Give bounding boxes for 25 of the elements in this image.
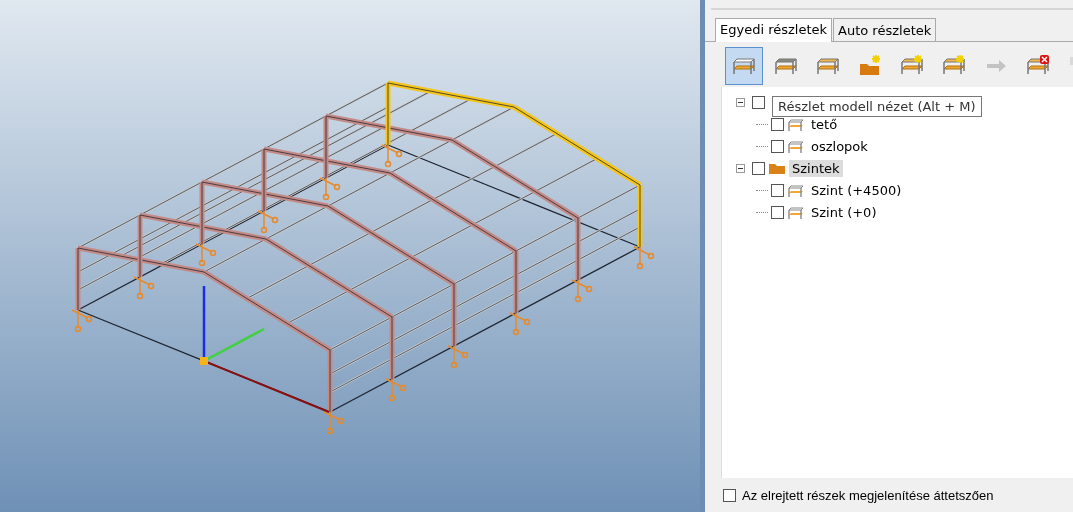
- checkbox[interactable]: [752, 161, 765, 175]
- tree-item[interactable]: oszlopok: [808, 137, 871, 155]
- checkbox[interactable]: [752, 95, 765, 109]
- checkbox[interactable]: [771, 117, 784, 131]
- tree-item[interactable]: Szint (+4500): [808, 181, 905, 199]
- checkbox[interactable]: [771, 205, 784, 219]
- tree-item[interactable]: Szint (+0): [808, 203, 880, 221]
- collapse-icon[interactable]: [736, 97, 745, 107]
- folder-icon: [768, 161, 786, 175]
- checkbox[interactable]: [771, 183, 784, 197]
- checkbox-label: Az elrejtett részek megjelenítése áttetszően: [742, 487, 994, 503]
- collapse-icon[interactable]: [736, 163, 745, 173]
- tree-item[interactable]: tető: [808, 115, 841, 133]
- table-icon: [787, 116, 805, 132]
- new-folder-icon: [857, 54, 883, 78]
- tooltip: Részlet modell nézet (Alt + M): [772, 96, 982, 117]
- axis-gizmo-icon: [200, 286, 330, 413]
- table-icon: [787, 138, 805, 154]
- table-icon: [787, 204, 805, 220]
- checkbox[interactable]: [771, 139, 784, 153]
- table-icon: [787, 182, 805, 198]
- checkbox[interactable]: [723, 488, 736, 502]
- tree-item[interactable]: Szintek: [789, 159, 843, 177]
- tab[interactable]: Egyedi részletek: [715, 18, 833, 42]
- tab[interactable]: Auto részletek: [833, 18, 937, 41]
